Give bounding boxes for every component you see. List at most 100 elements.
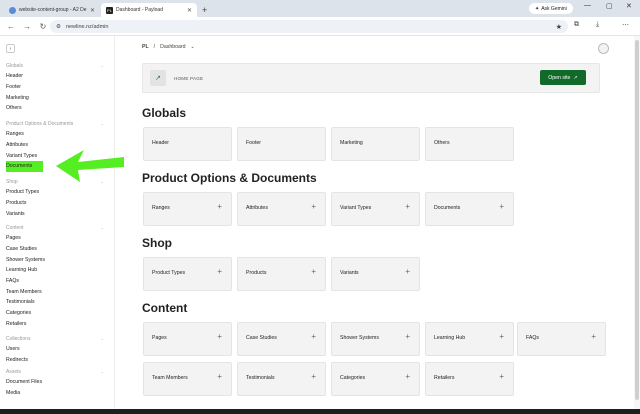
chevron-down-icon[interactable]: ⌄	[101, 336, 104, 341]
sidebar-item-shower-systems[interactable]: Shower Systems	[6, 254, 106, 265]
plus-icon[interactable]: +	[405, 372, 410, 381]
collection-card[interactable]: Attributes +	[237, 192, 326, 226]
sidebar-group-label[interactable]: Product Options & Documents ⌄	[6, 118, 106, 129]
plus-icon[interactable]: +	[499, 372, 504, 381]
back-arrow-icon[interactable]: ←	[6, 22, 16, 31]
sidebar-item-products[interactable]: Products	[6, 198, 106, 209]
sidebar-item-categories[interactable]: Categories	[6, 308, 106, 319]
open-site-button[interactable]: Open site ↗	[540, 70, 586, 85]
close-tab-icon[interactable]: ✕	[90, 7, 95, 14]
site-info-icon[interactable]: ⚙	[56, 24, 61, 30]
sidebar-item-retailers[interactable]: Retailers	[6, 319, 106, 330]
collection-card[interactable]: Case Studies +	[237, 322, 326, 356]
plus-icon[interactable]: +	[311, 267, 316, 276]
sidebar-item-variants[interactable]: Variants	[6, 208, 106, 219]
collection-card[interactable]: Footer	[237, 127, 326, 161]
collection-card[interactable]: Learning Hub +	[425, 322, 514, 356]
sidebar-item-product-types[interactable]: Product Types	[6, 187, 106, 198]
collection-card[interactable]: Header	[143, 127, 232, 161]
sidebar-group-label[interactable]: Content ⌄	[6, 222, 106, 233]
forward-arrow-icon[interactable]: →	[22, 22, 32, 31]
menu-dots-icon[interactable]: ⋯	[622, 21, 629, 29]
close-window-button[interactable]: ✕	[626, 2, 632, 10]
card-label: Attributes	[246, 205, 268, 211]
sidebar-item-header[interactable]: Header	[6, 71, 106, 82]
sidebar-item-ranges[interactable]: Ranges	[6, 129, 106, 140]
sidebar-group-label[interactable]: Collections ⌄	[6, 333, 106, 344]
collection-card[interactable]: Ranges +	[143, 192, 232, 226]
url-field[interactable]: ⚙ newline.nz/admin ★	[50, 20, 568, 33]
collection-card[interactable]: Retailers +	[425, 362, 514, 396]
plus-icon[interactable]: +	[499, 332, 504, 341]
sidebar-item-faqs[interactable]: FAQs	[6, 276, 106, 287]
collection-card[interactable]: Variants +	[331, 257, 420, 291]
ask-gemini-button[interactable]: ✦ Ask Gemini	[529, 3, 573, 14]
breadcrumb: PL / Dashboard ⌄	[142, 44, 195, 50]
plus-icon[interactable]: +	[591, 332, 596, 341]
collection-card[interactable]: Categories +	[331, 362, 420, 396]
plus-icon[interactable]: +	[217, 332, 222, 341]
sidebar-group-title: Collections	[6, 335, 31, 342]
sidebar-item-redirects[interactable]: Redirects	[6, 355, 106, 366]
payload-logo[interactable]: PL	[142, 44, 149, 50]
sidebar-group-label[interactable]: Globals ⌄	[6, 60, 106, 71]
plus-icon[interactable]: +	[405, 332, 410, 341]
plus-icon[interactable]: +	[311, 202, 316, 211]
chevron-down-icon[interactable]: ⌄	[101, 225, 104, 230]
collection-card[interactable]: Documents +	[425, 192, 514, 226]
download-icon[interactable]: ⤓	[596, 21, 599, 29]
sidebar-group-title: Assets	[6, 368, 22, 375]
sidebar-item-testimonials[interactable]: Testimonials	[6, 297, 106, 308]
collection-card[interactable]: Shower Systems +	[331, 322, 420, 356]
close-tab-icon[interactable]: ✕	[187, 7, 192, 14]
collection-card[interactable]: Testimonials +	[237, 362, 326, 396]
sidebar-item-pages[interactable]: Pages	[6, 233, 106, 244]
minimize-button[interactable]: —	[584, 2, 591, 9]
card-label: Team Members	[152, 375, 188, 381]
avatar[interactable]	[598, 43, 609, 54]
sidebar-item-case-studies[interactable]: Case Studies	[6, 244, 106, 255]
collection-card[interactable]: Marketing	[331, 127, 420, 161]
card-label: Shower Systems	[340, 335, 379, 341]
collection-card[interactable]: Product Types +	[143, 257, 232, 291]
sidebar-group-label[interactable]: Assets ⌄	[6, 366, 106, 377]
maximize-button[interactable]: ▢	[606, 2, 613, 10]
extensions-icon[interactable]: ⧉	[574, 21, 579, 29]
sidebar-item-others[interactable]: Others	[6, 103, 106, 114]
collection-card[interactable]: Variant Types +	[331, 192, 420, 226]
breadcrumb-current[interactable]: Dashboard	[160, 44, 185, 50]
collection-card[interactable]: FAQs +	[517, 322, 606, 356]
collection-card[interactable]: Pages +	[143, 322, 232, 356]
page-scrollbar[interactable]	[634, 36, 640, 409]
sidebar-item-document-files[interactable]: Document Files	[6, 377, 106, 388]
sidebar-item-users[interactable]: Users	[6, 344, 106, 355]
chevron-down-icon[interactable]: ⌄	[101, 369, 104, 374]
sidebar-item-learning-hub[interactable]: Learning Hub	[6, 265, 106, 276]
chevron-down-icon[interactable]: ⌄	[190, 44, 194, 50]
plus-icon[interactable]: +	[311, 372, 316, 381]
new-tab-button[interactable]: +	[202, 5, 207, 15]
reload-icon[interactable]: ↻	[38, 22, 48, 31]
plus-icon[interactable]: +	[217, 372, 222, 381]
bookmark-star-icon[interactable]: ★	[556, 23, 562, 31]
browser-tab-active[interactable]: PL Dashboard - Payload ✕	[101, 3, 197, 17]
sidebar-item-footer[interactable]: Footer	[6, 82, 106, 93]
collection-card[interactable]: Others	[425, 127, 514, 161]
sidebar-item-documents[interactable]: Documents	[6, 161, 43, 172]
plus-icon[interactable]: +	[217, 202, 222, 211]
sidebar-item-media[interactable]: Media	[6, 388, 106, 399]
browser-tab[interactable]: website-content-group - A2 De ✕	[4, 3, 100, 17]
plus-icon[interactable]: +	[217, 267, 222, 276]
plus-icon[interactable]: +	[405, 267, 410, 276]
sidebar-item-marketing[interactable]: Marketing	[6, 92, 106, 103]
collection-card[interactable]: Products +	[237, 257, 326, 291]
sidebar-item-team-members[interactable]: Team Members	[6, 286, 106, 297]
chevron-down-icon[interactable]: ⌄	[101, 63, 104, 68]
plus-icon[interactable]: +	[405, 202, 410, 211]
plus-icon[interactable]: +	[311, 332, 316, 341]
plus-icon[interactable]: +	[499, 202, 504, 211]
collapse-sidebar-button[interactable]: ‹	[6, 44, 15, 53]
scrollbar-thumb[interactable]	[635, 40, 639, 400]
chevron-down-icon[interactable]: ⌄	[101, 121, 104, 126]
collection-card[interactable]: Team Members +	[143, 362, 232, 396]
